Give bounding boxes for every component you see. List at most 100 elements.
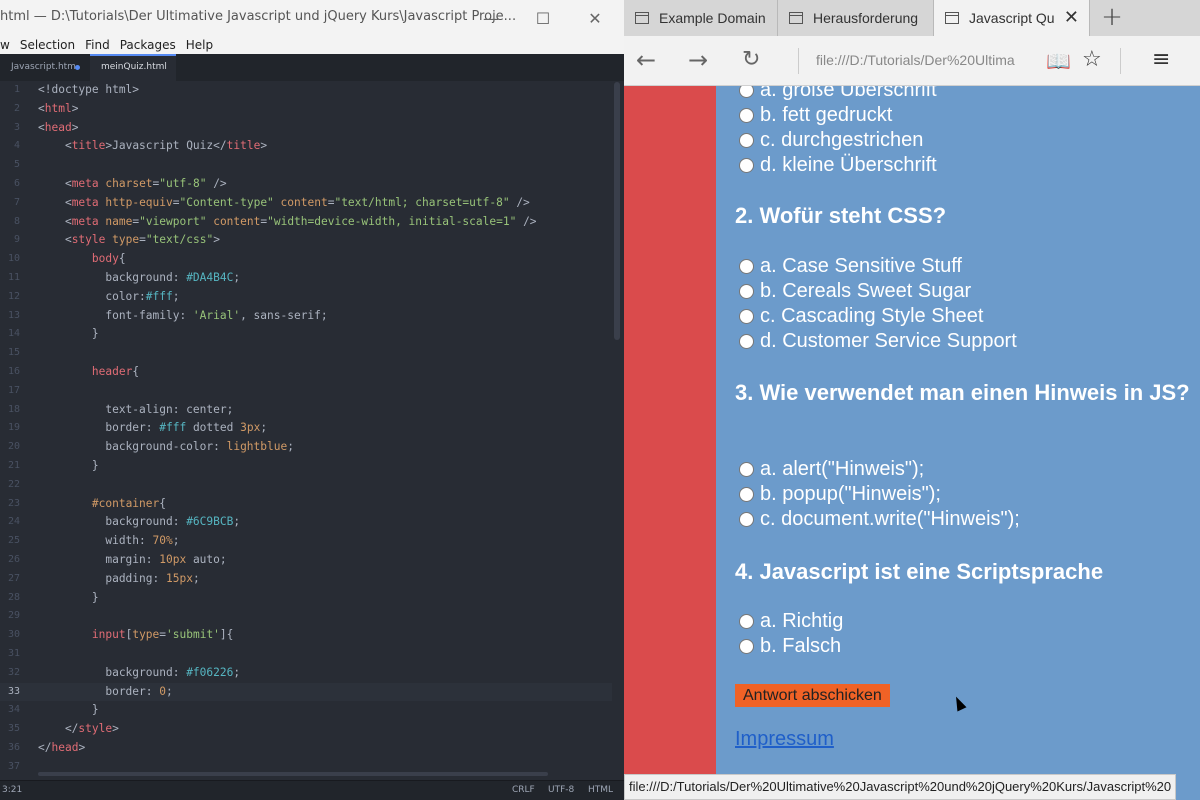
radio-button[interactable] <box>739 158 754 173</box>
radio-button[interactable] <box>739 487 754 502</box>
code-line[interactable]: 2 <html> <box>0 100 612 119</box>
radio-button[interactable] <box>739 86 754 98</box>
code-line[interactable]: 34 } <box>0 701 612 720</box>
menu-view[interactable]: w <box>0 36 15 54</box>
code-line[interactable]: 13 font-family: 'Arial', sans-serif; <box>0 307 612 326</box>
code-line[interactable]: 32 background: #f06226; <box>0 664 612 683</box>
code-line[interactable]: 21 } <box>0 457 612 476</box>
menu-find[interactable]: Find <box>80 36 115 54</box>
code-line[interactable]: 19 border: #fff dotted 3px; <box>0 419 612 438</box>
code-line[interactable]: 31 <box>0 645 612 664</box>
line-ending[interactable]: CRLF <box>512 785 535 795</box>
radio-button[interactable] <box>739 462 754 477</box>
editor-window-title: html — D:\Tutorials\Der Ultimative Javas… <box>0 9 517 24</box>
code-line[interactable]: 18 text-align: center; <box>0 401 612 420</box>
code-line[interactable]: 23 #container{ <box>0 495 612 514</box>
code-line[interactable]: 15 <box>0 344 612 363</box>
code-line[interactable]: 35 </style> <box>0 720 612 739</box>
radio-button[interactable] <box>739 614 754 629</box>
answer-option[interactable]: b. Falsch <box>739 635 841 658</box>
code-line[interactable]: 1 <!doctype html> <box>0 81 612 100</box>
cursor-position[interactable]: 3:21 <box>2 785 22 795</box>
close-icon[interactable]: ✕ <box>570 0 620 36</box>
code-line[interactable]: 10 body{ <box>0 250 612 269</box>
code-line[interactable]: 25 width: 70%; <box>0 532 612 551</box>
browser-window: Example Domain Herausforderung Javascrip… <box>624 0 1200 800</box>
radio-button[interactable] <box>739 259 754 274</box>
answer-option[interactable]: a. alert("Hinweis"); <box>739 458 924 481</box>
code-line[interactable]: 27 padding: 15px; <box>0 570 612 589</box>
answer-option[interactable]: c. durchgestrichen <box>739 129 923 152</box>
new-tab-icon[interactable]: + <box>1100 2 1124 32</box>
radio-button[interactable] <box>739 133 754 148</box>
line-number: 28 <box>7 591 20 603</box>
editor-tab-javascript[interactable]: Javascript.htm <box>0 54 88 81</box>
answer-option[interactable]: a. Case Sensitive Stuff <box>739 255 962 278</box>
code-line[interactable]: 24 background: #6C9BCB; <box>0 513 612 532</box>
code-line[interactable]: 20 background-color: lightblue; <box>0 438 612 457</box>
code-line[interactable]: 22 <box>0 476 612 495</box>
code-line[interactable]: 4 <title>Javascript Quiz</title> <box>0 137 612 156</box>
forward-icon[interactable]: → <box>688 46 708 74</box>
code-line[interactable]: 33 border: 0; <box>0 682 612 702</box>
favorite-star-icon[interactable]: ☆ <box>1082 47 1102 72</box>
menu-selection[interactable]: Selection <box>15 36 80 54</box>
menu-help[interactable]: Help <box>181 36 218 54</box>
address-bar[interactable]: file:///D:/Tutorials/Der%20Ultima <box>816 52 1028 68</box>
code-line[interactable]: 26 margin: 10px auto; <box>0 551 612 570</box>
answer-option[interactable]: b. popup("Hinweis"); <box>739 483 941 506</box>
code-line[interactable]: 7 <meta http-equiv="Content-type" conten… <box>0 194 612 213</box>
code-line[interactable]: 29 <box>0 607 612 626</box>
code-line[interactable]: 3 <head> <box>0 119 612 138</box>
tab-herausforderung[interactable]: Herausforderung <box>778 0 934 36</box>
radio-button[interactable] <box>739 512 754 527</box>
impressum-link[interactable]: Impressum <box>735 728 834 751</box>
code-line[interactable]: 16 header{ <box>0 363 612 382</box>
grammar-selector[interactable]: HTML <box>588 785 613 795</box>
answer-option[interactable]: d. kleine Überschrift <box>739 154 937 177</box>
maximize-icon[interactable]: ☐ <box>518 0 568 36</box>
answer-option[interactable]: d. Customer Service Support <box>739 330 1017 353</box>
code-text: input[type='submit']{ <box>91 628 234 642</box>
file-encoding[interactable]: UTF-8 <box>548 785 574 795</box>
answer-option[interactable]: b. Cereals Sweet Sugar <box>739 280 971 303</box>
code-line[interactable]: 17 <box>0 382 612 401</box>
line-number: 24 <box>7 516 20 528</box>
hub-menu-icon[interactable]: ≡ <box>1152 47 1170 72</box>
tab-javascript-quiz[interactable]: Javascript Qu ✕ <box>934 0 1090 36</box>
radio-button[interactable] <box>739 639 754 654</box>
answer-option[interactable]: c. Cascading Style Sheet <box>739 305 983 328</box>
code-line[interactable]: 36 </head> <box>0 739 612 758</box>
code-line[interactable]: 30 input[type='submit']{ <box>0 626 612 645</box>
code-line[interactable]: 11 background: #DA4B4C; <box>0 269 612 288</box>
answer-option[interactable]: c. document.write("Hinweis"); <box>739 508 1020 531</box>
horizontal-scrollbar[interactable] <box>38 772 548 776</box>
radio-button[interactable] <box>739 108 754 123</box>
radio-button[interactable] <box>739 284 754 299</box>
tab-example-domain[interactable]: Example Domain <box>624 0 778 36</box>
answer-option[interactable]: a. Richtig <box>739 610 843 633</box>
code-line[interactable]: 14 } <box>0 325 612 344</box>
tab-label: Example Domain <box>659 10 766 26</box>
code-line[interactable]: 8 <meta name="viewport" content="width=d… <box>0 213 612 232</box>
code-text: #container{ <box>91 496 166 510</box>
code-line[interactable]: 28 } <box>0 589 612 608</box>
code-line[interactable]: 12 color:#fff; <box>0 288 612 307</box>
code-area[interactable]: 1 <!doctype html> 2 <html> 3 <head> 4 <title>J… <box>0 81 624 780</box>
minimize-icon[interactable]: — <box>466 0 516 36</box>
refresh-icon[interactable]: ↻ <box>742 47 760 72</box>
editor-tab-meinquiz[interactable]: meinQuiz.html <box>90 54 176 81</box>
radio-button[interactable] <box>739 309 754 324</box>
answer-option[interactable]: b. fett gedruckt <box>739 104 892 127</box>
close-tab-icon[interactable]: ✕ <box>1064 7 1079 28</box>
code-line[interactable]: 5 <box>0 156 612 175</box>
menu-packages[interactable]: Packages <box>115 36 181 54</box>
submit-answer-button[interactable]: Antwort abschicken <box>735 684 890 707</box>
code-line[interactable]: 9 <style type="text/css"> <box>0 231 612 250</box>
back-icon[interactable]: ← <box>636 46 656 74</box>
answer-option[interactable]: a. große Überschrift <box>739 86 937 102</box>
code-line[interactable]: 6 <meta charset="utf-8" /> <box>0 175 612 194</box>
radio-button[interactable] <box>739 334 754 349</box>
reading-view-icon[interactable]: 📖 <box>1046 49 1071 73</box>
vertical-scrollbar[interactable] <box>614 82 620 340</box>
